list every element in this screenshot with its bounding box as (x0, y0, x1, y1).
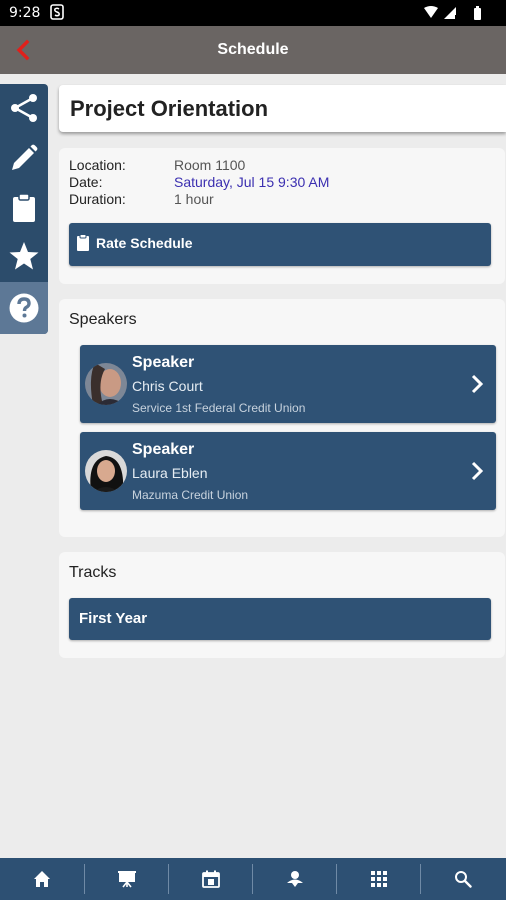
track-item-first-year[interactable]: First Year (69, 598, 491, 640)
location-value: Room 1100 (174, 157, 246, 173)
share-icon (11, 94, 37, 122)
speaker-item[interactable]: Speaker Laura Eblen Mazuma Credit Union (80, 432, 496, 510)
bottom-navigation (0, 858, 506, 900)
speakers-card: Speakers Speaker Chris Court Service 1st… (59, 299, 505, 537)
nav-search[interactable] (421, 858, 505, 900)
nav-sessions[interactable] (85, 858, 169, 900)
nav-attendees[interactable] (253, 858, 337, 900)
battery-icon (474, 8, 481, 20)
status-icons (424, 6, 481, 20)
presentation-icon (118, 871, 136, 888)
share-button[interactable] (0, 84, 48, 132)
status-bar: 9:28 (0, 0, 506, 26)
speaker-name: Chris Court (132, 378, 203, 394)
speaker-name: Laura Eblen (132, 465, 208, 481)
speaker-organization: Service 1st Federal Credit Union (132, 401, 306, 415)
duration-label: Duration: (69, 191, 126, 207)
clipboard-icon (77, 234, 89, 251)
track-label: First Year (79, 610, 148, 627)
date-link[interactable]: Saturday, Jul 15 9:30 AM (174, 174, 329, 190)
session-title: Project Orientation (70, 96, 269, 121)
side-action-rail (0, 84, 48, 334)
nav-home[interactable] (0, 858, 84, 900)
speaker-role: Speaker (132, 354, 195, 371)
app-bar: Schedule (0, 26, 506, 74)
rate-schedule-label: Rate Schedule (96, 235, 193, 251)
status-time: 9:28 (9, 5, 41, 21)
app-bar-title: Schedule (217, 41, 289, 58)
help-icon (9, 293, 39, 323)
nav-schedule[interactable] (169, 858, 253, 900)
avatar (85, 450, 127, 492)
home-icon (34, 871, 50, 887)
duration-value: 1 hour (174, 191, 214, 207)
speaker-role: Speaker (132, 441, 195, 458)
favorite-button[interactable] (0, 232, 48, 280)
date-label: Date: (69, 174, 103, 190)
pencil-icon (12, 144, 38, 170)
edit-note-button[interactable] (0, 134, 48, 182)
tracks-card: Tracks First Year (59, 552, 505, 658)
app-notification-icon (50, 4, 64, 20)
chevron-right-icon (471, 374, 484, 394)
location-label: Location: (69, 157, 126, 173)
notes-button[interactable] (0, 184, 48, 232)
tracks-heading: Tracks (69, 564, 117, 581)
speakers-heading: Speakers (69, 311, 137, 328)
grid-icon (371, 871, 387, 887)
nav-menu-grid[interactable] (337, 858, 421, 900)
avatar (85, 363, 127, 405)
search-icon (455, 871, 472, 888)
wifi-icon (424, 6, 438, 18)
session-title-card: Project Orientation (59, 85, 506, 132)
speaker-organization: Mazuma Credit Union (132, 488, 249, 502)
help-button[interactable] (0, 284, 48, 332)
session-details-card: Location: Room 1100 Date: Saturday, Jul … (59, 148, 505, 284)
chevron-right-icon (471, 461, 484, 481)
speaker-item[interactable]: Speaker Chris Court Service 1st Federal … (80, 345, 496, 423)
clipboard-icon (13, 193, 35, 222)
calendar-icon (202, 870, 220, 888)
rate-schedule-button[interactable]: Rate Schedule (69, 223, 491, 266)
star-icon (9, 242, 39, 270)
person-pin-icon (287, 871, 303, 887)
signal-icon (444, 7, 456, 19)
